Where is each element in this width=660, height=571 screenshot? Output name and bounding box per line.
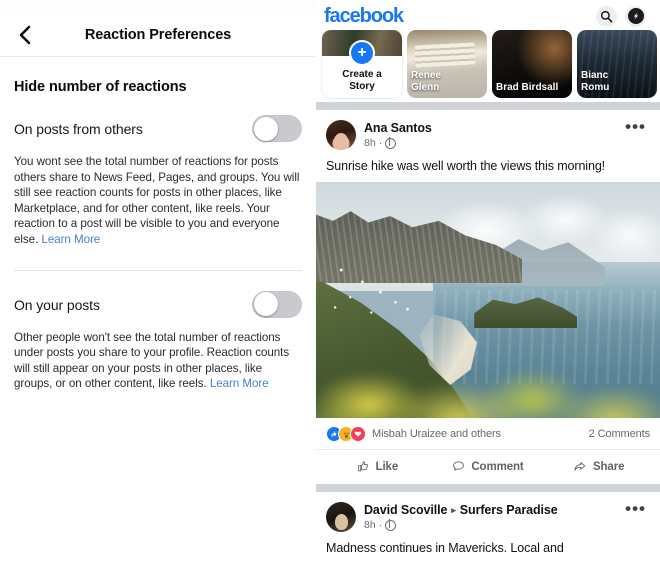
post-author-block: David Scoville ▸ Surfers Paradise 8h ·	[364, 502, 625, 531]
love-reaction-icon	[350, 426, 366, 442]
post-ana-santos: Ana Santos 8h · ••• Sunrise hike was wel…	[316, 110, 660, 484]
nav-bar: Reaction Preferences	[0, 14, 316, 57]
post-meta-line: 8h ·	[364, 519, 625, 531]
feed-separator	[316, 102, 660, 110]
preference-description: You wont see the total number of reactio…	[0, 142, 316, 248]
page-title: Reaction Preferences	[84, 27, 232, 43]
comment-count[interactable]: 2 Comments	[589, 428, 650, 440]
story-label-line2: Story	[349, 81, 375, 92]
post-author-name[interactable]: Ana Santos	[364, 121, 625, 135]
preference-row-on-your-posts: On your posts Other people won't see the…	[0, 290, 316, 392]
post-header: David Scoville ▸ Surfers Paradise 8h · •…	[316, 492, 660, 532]
story-label-line1: Bianc	[581, 70, 609, 81]
reaction-names[interactable]: Misbah Uraizee and others	[372, 428, 501, 440]
author-name-text: Ana Santos	[364, 121, 432, 135]
facebook-top-bar: facebook	[316, 0, 660, 30]
preference-header: On your posts	[0, 290, 316, 318]
globe-icon	[385, 137, 397, 149]
story-card-renee-glenn[interactable]: Renee Glenn	[407, 30, 487, 98]
author-name-text: David Scoville	[364, 503, 448, 517]
messenger-bubble	[627, 8, 644, 24]
meta-dot: ·	[378, 519, 383, 531]
comment-button[interactable]: Comment	[433, 456, 544, 477]
story-label-line2: Romu	[581, 82, 610, 93]
post-text: Sunrise hike was well worth the views th…	[326, 159, 606, 173]
facebook-logo[interactable]: facebook	[324, 6, 404, 26]
post-timestamp: 8h	[364, 519, 376, 531]
toggle-knob	[253, 292, 278, 317]
post-separator-arrow-icon: ▸	[451, 504, 456, 515]
post-author-block: Ana Santos 8h ·	[364, 120, 625, 149]
more-options-icon[interactable]: •••	[625, 500, 650, 517]
toggle-on-posts-from-others[interactable]	[252, 115, 302, 142]
reaction-preferences-panel: Reaction Preferences Hide number of reac…	[0, 0, 316, 571]
story-label-line2: Glenn	[411, 82, 440, 93]
reactions-bar: Misbah Uraizee and others 2 Comments	[316, 418, 660, 450]
learn-more-link[interactable]: Learn More	[210, 377, 269, 390]
preference-row-on-posts-from-others: On posts from others You wont see the to…	[0, 115, 316, 248]
stories-tray[interactable]: + Create a Story Renee Glenn Brad Birdsa…	[316, 30, 660, 102]
avatar[interactable]	[326, 120, 356, 150]
status-bar	[0, 0, 316, 14]
avatar[interactable]	[326, 502, 356, 532]
messenger-icon[interactable]	[625, 5, 646, 27]
share-label: Share	[592, 460, 625, 473]
preference-label: On posts from others	[14, 121, 143, 137]
post-place-name[interactable]: Surfers Paradise	[460, 503, 558, 517]
toggle-knob	[253, 116, 278, 141]
like-button[interactable]: Like	[322, 456, 433, 477]
story-label-line1: Create a	[342, 69, 382, 80]
photo-foreground-foliage	[316, 333, 660, 418]
meta-dot: ·	[378, 137, 383, 149]
story-label-line1: Renee	[411, 70, 442, 81]
globe-icon	[385, 519, 397, 531]
comment-label: Comment	[471, 460, 524, 473]
post-header: Ana Santos 8h · •••	[316, 110, 660, 150]
post-photo[interactable]	[316, 182, 660, 418]
post-author-name[interactable]: David Scoville ▸ Surfers Paradise	[364, 503, 625, 517]
story-label: Renee Glenn	[411, 70, 483, 94]
app-screen: Reaction Preferences Hide number of reac…	[0, 0, 660, 571]
feed-separator	[316, 484, 660, 492]
story-label: Create a Story	[326, 69, 398, 93]
post-meta-line: 8h ·	[364, 137, 625, 149]
story-label-line1: Brad Birdsall	[496, 82, 559, 93]
section-heading: Hide number of reactions	[14, 79, 187, 95]
preference-header: On posts from others	[0, 115, 316, 142]
search-icon[interactable]	[596, 5, 617, 27]
post-timestamp: 8h	[364, 137, 376, 149]
story-card-brad-birdsall[interactable]: Brad Birdsall	[492, 30, 572, 98]
preference-description: Other people won't see the total number …	[0, 318, 316, 392]
facebook-feed-panel: facebook + Create a Story Renee Glenn Br…	[316, 0, 660, 571]
story-card-create[interactable]: + Create a Story	[322, 30, 402, 98]
more-options-icon[interactable]: •••	[625, 118, 650, 135]
story-label: Bianc Romu	[581, 70, 653, 94]
like-label: Like	[375, 460, 399, 473]
preference-label: On your posts	[14, 296, 100, 313]
post-david-scoville: David Scoville ▸ Surfers Paradise 8h · •…	[316, 492, 660, 564]
learn-more-link[interactable]: Learn More	[41, 233, 100, 246]
post-action-bar: Like Comment Share	[316, 450, 660, 484]
post-text: Madness continues in Mavericks. Local an…	[326, 541, 564, 555]
top-bar-actions	[596, 5, 654, 27]
share-button[interactable]: Share	[543, 456, 654, 477]
story-label: Brad Birdsall	[496, 82, 568, 94]
toggle-on-your-posts[interactable]	[252, 290, 302, 318]
section-divider	[14, 269, 302, 271]
chevron-left-icon[interactable]	[14, 24, 36, 46]
story-card-bianca-romu[interactable]: Bianc Romu	[577, 30, 657, 98]
reaction-icons[interactable]	[326, 426, 366, 442]
plus-icon: +	[349, 40, 375, 66]
